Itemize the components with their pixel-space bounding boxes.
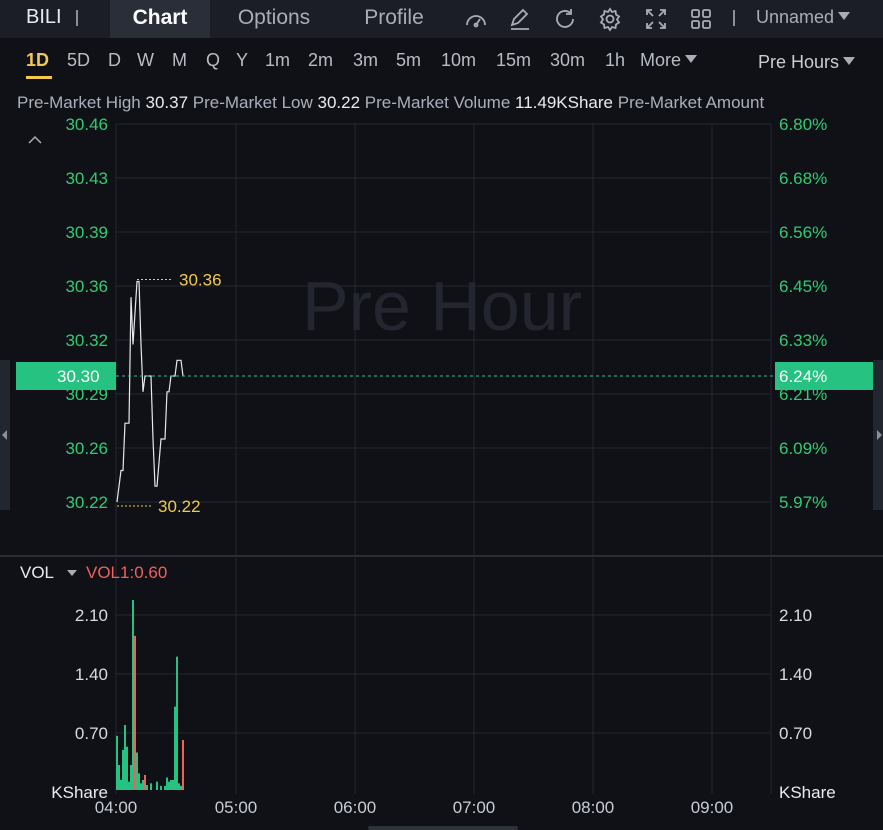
volume-bar xyxy=(176,656,178,790)
percent-axis-label: 6.68% xyxy=(779,169,827,188)
volume-bar xyxy=(134,635,136,790)
volume-axis-label: 0.70 xyxy=(75,724,108,743)
percent-axis-label: 5.97% xyxy=(779,493,827,512)
time-axis-label: 06:00 xyxy=(334,798,377,817)
chevron-left-icon xyxy=(2,430,7,440)
volume-bar xyxy=(142,780,144,790)
price-axis-label: 30.43 xyxy=(65,169,108,188)
volume-bar xyxy=(122,750,124,790)
volume-bar xyxy=(128,781,130,790)
price-axis-label: 30.39 xyxy=(65,223,108,242)
volume-bar xyxy=(124,725,126,790)
price-axis-label: 30.46 xyxy=(65,115,108,134)
chart-canvas[interactable]: 30.46 6.80% 30.43 6.68% 30.39 6.56% 30.36 6.45%… xyxy=(0,0,883,830)
volume-bar xyxy=(138,773,140,790)
percent-axis-label: 6.09% xyxy=(779,439,827,458)
volume-unit-right: KShare xyxy=(779,783,836,802)
volume-bar xyxy=(178,783,180,790)
percent-axis-label: 6.80% xyxy=(779,115,827,134)
time-axis-label: 04:00 xyxy=(95,798,138,817)
time-axis-label: 09:00 xyxy=(691,798,734,817)
volume-axis-label: 1.40 xyxy=(75,665,108,684)
volume-bar xyxy=(118,765,120,790)
percent-axis-label: 6.45% xyxy=(779,277,827,296)
volume-axis-label-right: 2.10 xyxy=(779,606,812,625)
time-axis-label: 07:00 xyxy=(453,798,496,817)
volume-bar xyxy=(136,752,138,790)
volume-bar xyxy=(130,765,132,790)
left-panel-toggle[interactable] xyxy=(0,360,10,510)
volume-bar xyxy=(120,780,122,790)
time-scrollbar[interactable] xyxy=(368,826,518,830)
time-axis-label: 05:00 xyxy=(215,798,258,817)
volume-bar xyxy=(182,740,184,790)
volume-bar xyxy=(170,780,172,790)
low-marker-label: 30.22 xyxy=(158,497,201,516)
volume-bar xyxy=(116,735,118,790)
volume-indicator-value: VOL1:0.60 xyxy=(86,563,167,582)
volume-bar xyxy=(174,706,176,790)
volume-bar xyxy=(160,785,162,790)
chevron-down-icon xyxy=(67,570,77,576)
volume-indicator-label: VOL xyxy=(20,563,54,582)
current-pct-value: 6.24% xyxy=(779,367,827,386)
current-price-value: 30.30 xyxy=(57,367,100,386)
volume-axis-label-right: 0.70 xyxy=(779,724,812,743)
chevron-right-icon xyxy=(877,430,882,440)
collapse-chevron-icon xyxy=(28,135,42,144)
price-axis-label: 30.36 xyxy=(65,277,108,296)
price-axis-label: 30.32 xyxy=(65,331,108,350)
volume-bar xyxy=(180,785,182,790)
volume-bar xyxy=(126,746,128,790)
time-axis-label: 08:00 xyxy=(572,798,615,817)
price-line xyxy=(116,280,184,503)
volume-bar xyxy=(146,785,148,790)
volume-bar xyxy=(166,777,168,790)
price-axis-label: 30.26 xyxy=(65,439,108,458)
price-axis-label: 30.22 xyxy=(65,493,108,512)
volume-bar xyxy=(164,785,166,790)
volume-bar xyxy=(132,600,134,790)
volume-axis-label-right: 1.40 xyxy=(779,665,812,684)
percent-axis-label: 6.56% xyxy=(779,223,827,242)
volume-bar xyxy=(150,783,152,790)
chart-watermark: Pre Hour xyxy=(302,267,582,345)
right-panel-toggle[interactable] xyxy=(873,360,883,510)
volume-bar xyxy=(156,781,158,790)
volume-bar xyxy=(140,783,142,790)
volume-bar xyxy=(168,781,170,790)
volume-axis-label: 2.10 xyxy=(75,606,108,625)
volume-bar xyxy=(144,775,146,790)
volume-bar xyxy=(172,780,174,790)
high-marker-label: 30.36 xyxy=(179,271,222,290)
percent-axis-label: 6.33% xyxy=(779,331,827,350)
